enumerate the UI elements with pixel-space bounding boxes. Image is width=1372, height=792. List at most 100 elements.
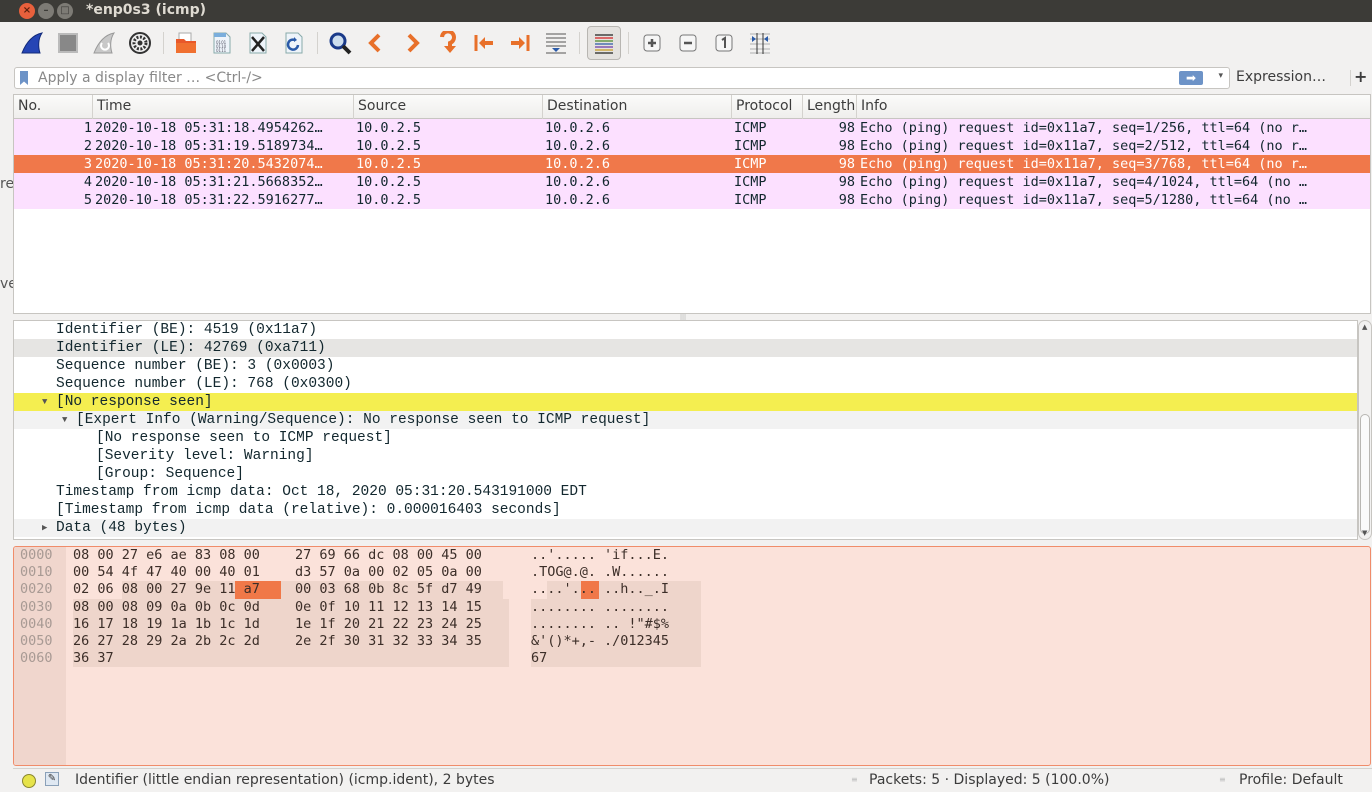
window-close-button[interactable]: × xyxy=(19,3,35,19)
window-minimize-button[interactable]: – xyxy=(38,3,54,19)
expand-triangle-right-icon[interactable]: ▶ xyxy=(42,519,47,537)
detail-tree-item[interactable]: Identifier (LE): 42769 (0xa711) xyxy=(14,339,1357,357)
details-scrollbar[interactable]: ▲ ▼ xyxy=(1358,320,1372,540)
go-last-button[interactable] xyxy=(506,29,534,57)
hex-bytes-group1[interactable]: 08 00 08 09 0a 0b 0c 0d xyxy=(73,599,260,616)
pane-splitter-handle[interactable]: ||| xyxy=(680,314,692,321)
detail-tree-item[interactable]: ▼ [No response seen] xyxy=(14,393,1357,411)
hex-bytes-group1[interactable]: 00 54 4f 47 40 00 40 01 xyxy=(73,564,260,581)
expression-button[interactable]: Expression… xyxy=(1236,69,1326,85)
column-divider[interactable] xyxy=(542,95,543,119)
apply-filter-arrow-icon[interactable]: ➡ xyxy=(1179,71,1203,85)
column-header-destination[interactable]: Destination xyxy=(547,98,627,114)
packet-row[interactable]: 1 2020-10-18 05:31:18.4954262… 10.0.2.5 10.… xyxy=(14,119,1370,137)
save-file-button[interactable]: 0101 0110 0111 xyxy=(208,29,236,57)
scroll-up-arrow-icon[interactable]: ▲ xyxy=(1362,323,1367,331)
byte-offset[interactable]: 0060 xyxy=(20,650,53,667)
add-filter-button[interactable]: + xyxy=(1354,67,1367,86)
byte-offset[interactable]: 0040 xyxy=(20,616,53,633)
column-header-protocol[interactable]: Protocol xyxy=(736,98,792,114)
detail-tree-item[interactable]: ▼ [Expert Info (Warning/Sequence): No res… xyxy=(14,411,1357,429)
detail-tree-item[interactable]: Sequence number (BE): 3 (0x0003) xyxy=(14,357,1357,375)
expand-triangle-down-icon[interactable]: ▼ xyxy=(42,393,47,411)
go-forward-button[interactable] xyxy=(398,29,426,57)
normal-size-button[interactable] xyxy=(710,29,738,57)
ascii-bytes-group2[interactable]: ./012345 xyxy=(604,633,669,650)
ascii-bytes-group1[interactable]: ........ xyxy=(531,616,596,633)
auto-scroll-button[interactable] xyxy=(542,29,570,57)
capture-options-button[interactable] xyxy=(126,29,154,57)
column-header-time[interactable]: Time xyxy=(97,98,131,114)
go-back-button[interactable] xyxy=(362,29,390,57)
byte-offset[interactable]: 0020 xyxy=(20,581,53,598)
hex-bytes-group1[interactable]: 08 00 27 e6 ae 83 08 00 xyxy=(73,547,260,564)
hex-bytes-group2[interactable]: d3 57 0a 00 02 05 0a 00 xyxy=(295,564,482,581)
ascii-bytes-group2[interactable]: ..h.._.I xyxy=(604,581,669,598)
filter-history-dropdown[interactable]: ▾ xyxy=(1218,71,1223,81)
scroll-down-arrow-icon[interactable]: ▼ xyxy=(1362,529,1367,537)
ascii-bytes-group1[interactable]: ........ xyxy=(531,599,596,616)
expert-info-led-icon[interactable] xyxy=(22,774,36,788)
status-grip[interactable]: ≡ xyxy=(1219,775,1226,784)
expand-triangle-down-icon[interactable]: ▼ xyxy=(62,411,67,429)
column-divider[interactable] xyxy=(353,95,354,119)
ascii-bytes-group1[interactable]: .TOG@.@. xyxy=(531,564,596,581)
window-maximize-button[interactable]: □ xyxy=(57,3,73,19)
byte-offset[interactable]: 0030 xyxy=(20,599,53,616)
packet-row[interactable]: 2 2020-10-18 05:31:19.5189734… 10.0.2.5 10.… xyxy=(14,137,1370,155)
detail-tree-item[interactable]: [Severity level: Warning] xyxy=(14,447,1357,465)
column-divider[interactable] xyxy=(731,95,732,119)
detail-tree-item[interactable]: Identifier (BE): 4519 (0x11a7) xyxy=(14,321,1357,339)
close-file-button[interactable] xyxy=(244,29,272,57)
column-divider[interactable] xyxy=(856,95,857,119)
ascii-bytes-group2[interactable]: ........ xyxy=(604,599,669,616)
bookmark-icon[interactable] xyxy=(20,71,28,85)
hex-bytes-group2[interactable]: 2e 2f 30 31 32 33 34 35 xyxy=(295,633,482,650)
zoom-out-button[interactable] xyxy=(674,29,702,57)
column-divider[interactable] xyxy=(802,95,803,119)
find-packet-button[interactable] xyxy=(326,29,354,57)
restart-capture-button[interactable] xyxy=(90,29,118,57)
byte-offset[interactable]: 0010 xyxy=(20,564,53,581)
scrollbar-thumb[interactable] xyxy=(1360,414,1370,534)
status-profile[interactable]: Profile: Default xyxy=(1239,772,1343,788)
column-header-length[interactable]: Length xyxy=(807,98,855,114)
colorize-button[interactable] xyxy=(587,26,621,60)
column-header-no[interactable]: No. xyxy=(18,98,41,114)
zoom-in-button[interactable] xyxy=(638,29,666,57)
detail-tree-item[interactable]: [Group: Sequence] xyxy=(14,465,1357,483)
column-header-info[interactable]: Info xyxy=(861,98,888,114)
byte-offset[interactable]: 0050 xyxy=(20,633,53,650)
hex-bytes-group1[interactable]: 16 17 18 19 1a 1b 1c 1d xyxy=(73,616,260,633)
hex-bytes-group2[interactable]: 27 69 66 dc 08 00 45 00 xyxy=(295,547,482,564)
ascii-bytes-group1[interactable]: 67 xyxy=(531,650,547,667)
go-first-button[interactable] xyxy=(470,29,498,57)
packet-row[interactable]: 4 2020-10-18 05:31:21.5668352… 10.0.2.5 10.… xyxy=(14,173,1370,191)
status-grip[interactable]: ≡ xyxy=(851,775,858,784)
detail-tree-item[interactable]: [No response seen to ICMP request] xyxy=(14,429,1357,447)
detail-tree-item[interactable]: [Timestamp from icmp data (relative): 0.… xyxy=(14,501,1357,519)
ascii-bytes-group1[interactable]: ....'... xyxy=(531,581,596,598)
packet-row[interactable]: 3 2020-10-18 05:31:20.5432074… 10.0.2.5 10.… xyxy=(14,155,1370,173)
start-capture-button[interactable] xyxy=(18,29,46,57)
hex-bytes-group1[interactable]: 26 27 28 29 2a 2b 2c 2d xyxy=(73,633,260,650)
hex-bytes-group2[interactable]: 1e 1f 20 21 22 23 24 25 xyxy=(295,616,482,633)
hex-bytes-group2[interactable]: 0e 0f 10 11 12 13 14 15 xyxy=(295,599,482,616)
detail-tree-item[interactable]: ▶ Data (48 bytes) xyxy=(14,519,1357,537)
display-filter-input[interactable]: Apply a display filter … <Ctrl-/> ➡ ▾ xyxy=(14,67,1230,89)
detail-tree-item[interactable]: Sequence number (LE): 768 (0x0300) xyxy=(14,375,1357,393)
hex-bytes-group2[interactable]: 00 03 68 0b 8c 5f d7 49 xyxy=(295,581,482,598)
resize-columns-button[interactable] xyxy=(746,29,774,57)
hex-bytes-group1[interactable]: 36 37 xyxy=(73,650,114,667)
ascii-bytes-group1[interactable]: ..'..... xyxy=(531,547,596,564)
open-file-button[interactable] xyxy=(172,29,200,57)
detail-tree-item[interactable]: Timestamp from icmp data: Oct 18, 2020 0… xyxy=(14,483,1357,501)
column-divider[interactable] xyxy=(92,95,93,119)
packet-row[interactable]: 5 2020-10-18 05:31:22.5916277… 10.0.2.5 10.… xyxy=(14,191,1370,209)
ascii-bytes-group2[interactable]: 'if...E. xyxy=(604,547,669,564)
stop-capture-button[interactable] xyxy=(54,29,82,57)
ascii-bytes-group1[interactable]: &'()*+,- xyxy=(531,633,596,650)
hex-bytes-group1[interactable]: 02 06 08 00 27 9e 11 a7 xyxy=(73,581,260,598)
reload-file-button[interactable] xyxy=(280,29,308,57)
column-header-source[interactable]: Source xyxy=(358,98,406,114)
